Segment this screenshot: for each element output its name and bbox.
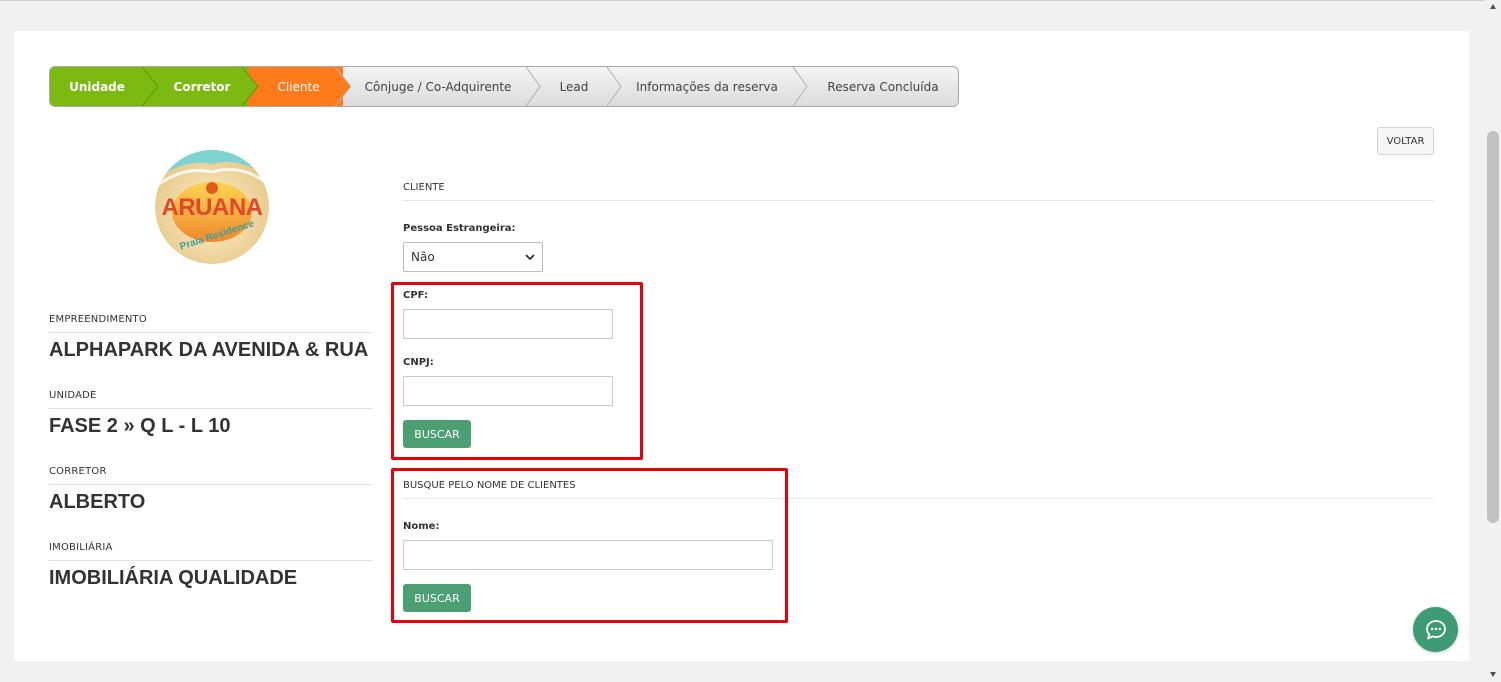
divider — [49, 408, 372, 409]
step-separator — [607, 67, 622, 106]
step-label: Informações da reserva — [636, 79, 778, 94]
chevron-down-icon — [525, 254, 535, 261]
step-separator — [242, 67, 258, 106]
step-label: Cônjuge / Co-Adquirente — [364, 79, 512, 94]
scroll-down-arrow-icon[interactable] — [1489, 670, 1497, 678]
highlight-box — [391, 468, 788, 623]
step-unidade[interactable]: Unidade — [50, 67, 150, 106]
step-separator — [526, 67, 541, 106]
window-top-border — [0, 0, 1501, 1]
step-label: Cliente — [277, 79, 320, 94]
scrollbar-thumb[interactable] — [1487, 131, 1499, 523]
cliente-section-title: CLIENTE — [403, 182, 445, 193]
unidade-value: FASE 2 » Q L - L 10 — [49, 415, 231, 437]
chat-bubble-icon — [1425, 619, 1446, 639]
pessoa-estrangeira-label: Pessoa Estrangeira: — [403, 223, 516, 234]
step-label: Lead — [559, 79, 589, 94]
step-conjuge[interactable]: Cônjuge / Co-Adquirente — [343, 67, 533, 106]
divider — [49, 560, 372, 561]
select-value: Não — [411, 250, 435, 264]
step-lead[interactable]: Lead — [533, 67, 613, 106]
step-corretor[interactable]: Corretor — [150, 67, 250, 106]
step-separator — [142, 67, 158, 106]
corretor-label: CORRETOR — [49, 466, 107, 477]
aruana-logo: ARUANA Praia Residence — [155, 150, 269, 264]
step-separator — [793, 67, 808, 106]
highlight-box — [391, 282, 643, 460]
step-cliente[interactable]: Cliente — [248, 67, 343, 106]
step-label: Unidade — [69, 79, 125, 94]
divider — [403, 200, 1434, 201]
voltar-button[interactable]: VOLTAR — [1377, 127, 1434, 155]
empreendimento-label: EMPREENDIMENTO — [49, 314, 147, 325]
step-label: Corretor — [173, 79, 231, 94]
chat-button[interactable] — [1413, 607, 1458, 652]
scroll-up-arrow-icon[interactable] — [1489, 3, 1497, 11]
step-separator — [335, 67, 351, 106]
pessoa-estrangeira-select[interactable]: Não — [403, 242, 543, 272]
step-informacoes[interactable]: Informações da reserva — [613, 67, 799, 106]
divider — [49, 332, 372, 333]
empreendimento-value: ALPHAPARK DA AVENIDA & RUA — [49, 339, 369, 361]
step-label: Reserva Concluída — [827, 79, 939, 94]
step-concluida[interactable]: Reserva Concluída — [799, 67, 958, 106]
reservation-stepper: Unidade Corretor Cliente Cônjuge / Co-Ad… — [49, 66, 959, 107]
imobiliaria-label: IMOBILIÁRIA — [49, 542, 113, 553]
corretor-value: ALBERTO — [49, 491, 146, 513]
divider — [49, 484, 372, 485]
imobiliaria-value: IMOBILIÁRIA QUALIDADE — [49, 567, 298, 589]
unidade-label: UNIDADE — [49, 390, 97, 401]
